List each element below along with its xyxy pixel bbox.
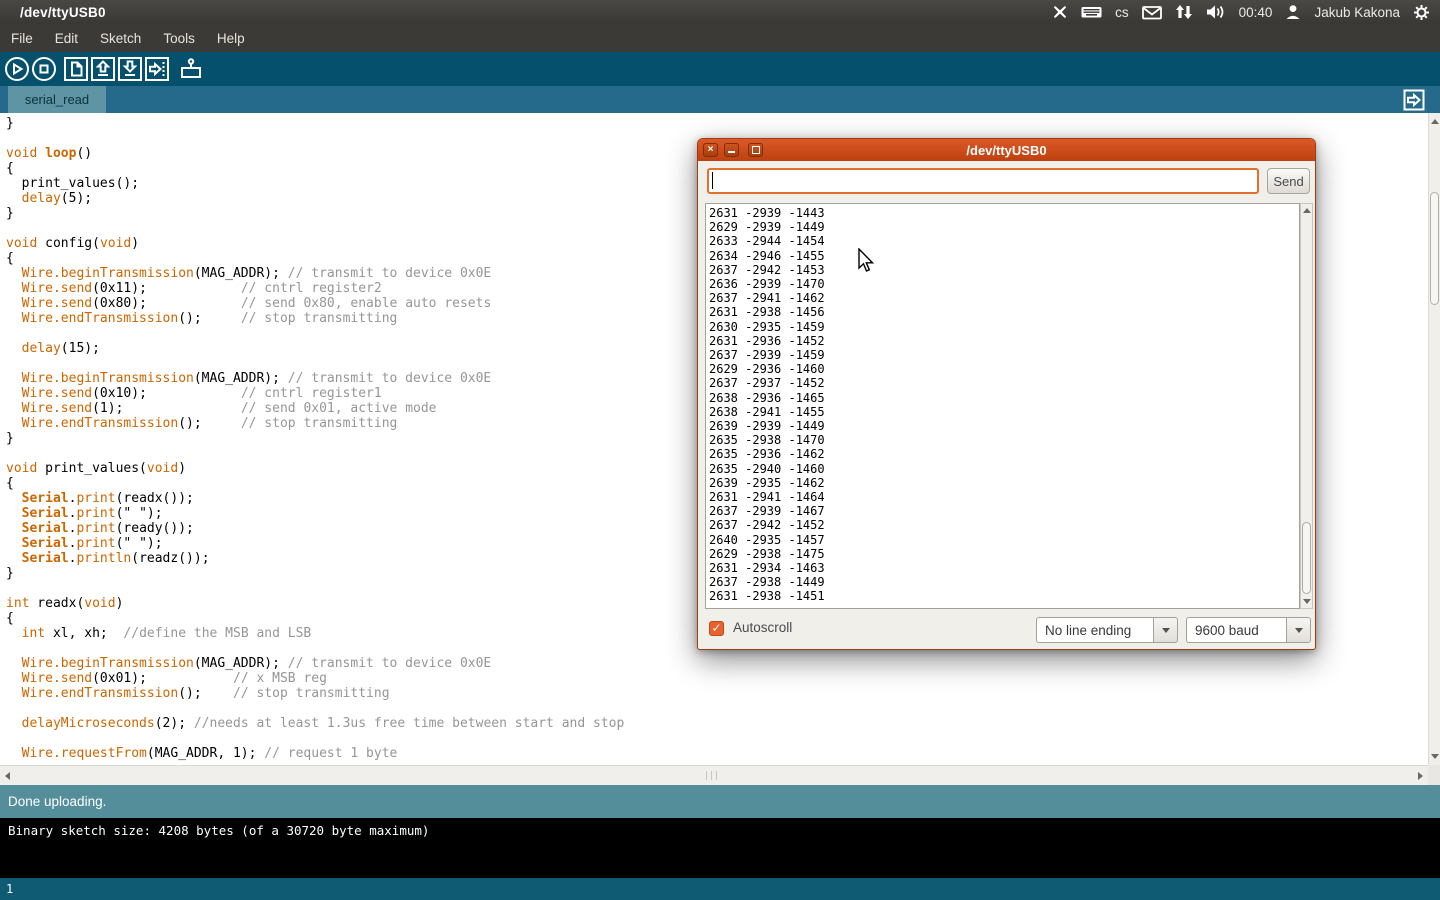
username-label[interactable]: Jakub Kakona: [1314, 5, 1400, 20]
send-button[interactable]: Send: [1267, 168, 1310, 194]
menu-help[interactable]: Help: [206, 31, 256, 46]
editor-horizontal-scrollbar[interactable]: [0, 765, 1428, 785]
serial-window-title: /dev/ttyUSB0: [966, 143, 1046, 158]
save-button[interactable]: [117, 56, 143, 82]
dropdown-arrow-button[interactable]: [1286, 617, 1311, 643]
code-line: [6, 731, 1428, 746]
open-button[interactable]: [90, 56, 116, 82]
menubar: File Edit Sketch Tools Help: [0, 24, 1440, 52]
baud-rate-value: 9600 baud: [1186, 617, 1286, 643]
line-ending-dropdown[interactable]: No line ending: [1036, 617, 1178, 643]
window-maximize-button[interactable]: [748, 143, 763, 157]
code-line: Wire.endTransmission(); // stop transmit…: [6, 686, 1428, 701]
maximize-icon: [752, 146, 760, 154]
status-bar: Done uploading.: [0, 785, 1440, 818]
verify-button[interactable]: [4, 56, 30, 82]
line-number-bar: 1: [0, 878, 1440, 900]
clock-label[interactable]: 00:40: [1239, 5, 1273, 20]
scroll-down-arrow-icon[interactable]: [1431, 754, 1439, 759]
scroll-left-arrow-icon[interactable]: [5, 772, 10, 780]
serial-controls: ✓ Autoscroll No line ending 9600 baud: [698, 616, 1317, 644]
baud-rate-dropdown[interactable]: 9600 baud: [1186, 617, 1311, 643]
scroll-up-arrow-icon[interactable]: [1431, 119, 1439, 124]
session-gear-icon[interactable]: [1413, 4, 1430, 21]
tab-bar: serial_read: [0, 86, 1440, 113]
mail-icon[interactable]: [1142, 5, 1162, 20]
checkmark-icon: ✓: [711, 621, 721, 635]
dropdown-arrow-button[interactable]: [1153, 617, 1178, 643]
scrollbar-grip[interactable]: [706, 771, 720, 780]
user-icon[interactable]: [1285, 4, 1301, 20]
focused-window-title: /dev/ttyUSB0: [20, 5, 106, 20]
editor-scrollbar-thumb[interactable]: [1430, 192, 1439, 305]
window-minimize-button[interactable]: [724, 143, 739, 157]
menu-sketch[interactable]: Sketch: [89, 31, 152, 46]
line-ending-value: No line ending: [1036, 617, 1153, 643]
upload-button[interactable]: [144, 56, 170, 82]
scroll-down-arrow-icon[interactable]: [1303, 599, 1311, 604]
toolbar: [0, 52, 1440, 86]
app-indicator-icon[interactable]: [1052, 4, 1068, 20]
volume-icon[interactable]: [1206, 4, 1226, 20]
serial-window-titlebar[interactable]: × /dev/ttyUSB0: [698, 139, 1315, 161]
chevron-down-icon: [1162, 628, 1170, 637]
status-message: Done uploading.: [8, 794, 106, 809]
serial-monitor-button[interactable]: [178, 56, 204, 82]
autoscroll-label: Autoscroll: [733, 620, 792, 635]
serial-scrollbar[interactable]: [1300, 203, 1313, 609]
serial-monitor-window: × /dev/ttyUSB0 Send 2631 -2939 -1443 262…: [697, 138, 1316, 650]
menu-edit[interactable]: Edit: [44, 31, 89, 46]
serial-send-input[interactable]: [707, 168, 1259, 194]
window-close-button[interactable]: ×: [703, 143, 718, 157]
code-line: Wire.send(0x01); // x MSB reg: [6, 671, 1428, 686]
menu-tools[interactable]: Tools: [152, 31, 206, 46]
serial-scrollbar-thumb[interactable]: [1302, 522, 1311, 594]
scroll-up-arrow-icon[interactable]: [1303, 208, 1311, 213]
mouse-cursor: [857, 248, 875, 279]
code-line: Wire.beginTransmission(MAG_ADDR); // tra…: [6, 656, 1428, 671]
system-tray: cs 00:40 Jakub Kakona: [1052, 4, 1440, 21]
console-message: Binary sketch size: 4208 bytes (of a 307…: [8, 823, 429, 838]
code-line: delayMicroseconds(2); //needs at least 1…: [6, 716, 1428, 731]
code-line: [6, 701, 1428, 716]
minimize-icon: [728, 151, 735, 153]
new-sketch-button[interactable]: [63, 56, 89, 82]
keyboard-layout-label[interactable]: cs: [1115, 5, 1129, 20]
console-output: Binary sketch size: 4208 bytes (of a 307…: [0, 818, 1440, 878]
chevron-down-icon: [1295, 628, 1303, 637]
code-line: Wire.requestFrom(MAG_ADDR, 1); // reques…: [6, 746, 1428, 761]
stop-button[interactable]: [31, 56, 57, 82]
line-number: 1: [6, 882, 13, 896]
sync-arrows-icon[interactable]: [1175, 4, 1193, 20]
scroll-right-arrow-icon[interactable]: [1418, 772, 1423, 780]
text-caret: [712, 172, 713, 189]
tab-serial-read[interactable]: serial_read: [8, 86, 106, 113]
menu-file[interactable]: File: [0, 31, 44, 46]
scrollbar-corner: [1428, 765, 1440, 785]
editor-vertical-scrollbar[interactable]: [1428, 113, 1440, 765]
top-panel: /dev/ttyUSB0 cs 00:40 Jakub Kakona: [0, 0, 1440, 24]
new-tab-button[interactable]: [1403, 89, 1425, 111]
code-line: }: [6, 116, 1428, 131]
keyboard-icon[interactable]: [1081, 4, 1102, 20]
serial-output[interactable]: 2631 -2939 -1443 2629 -2939 -1449 2633 -…: [705, 203, 1300, 609]
autoscroll-checkbox[interactable]: ✓: [709, 621, 724, 636]
